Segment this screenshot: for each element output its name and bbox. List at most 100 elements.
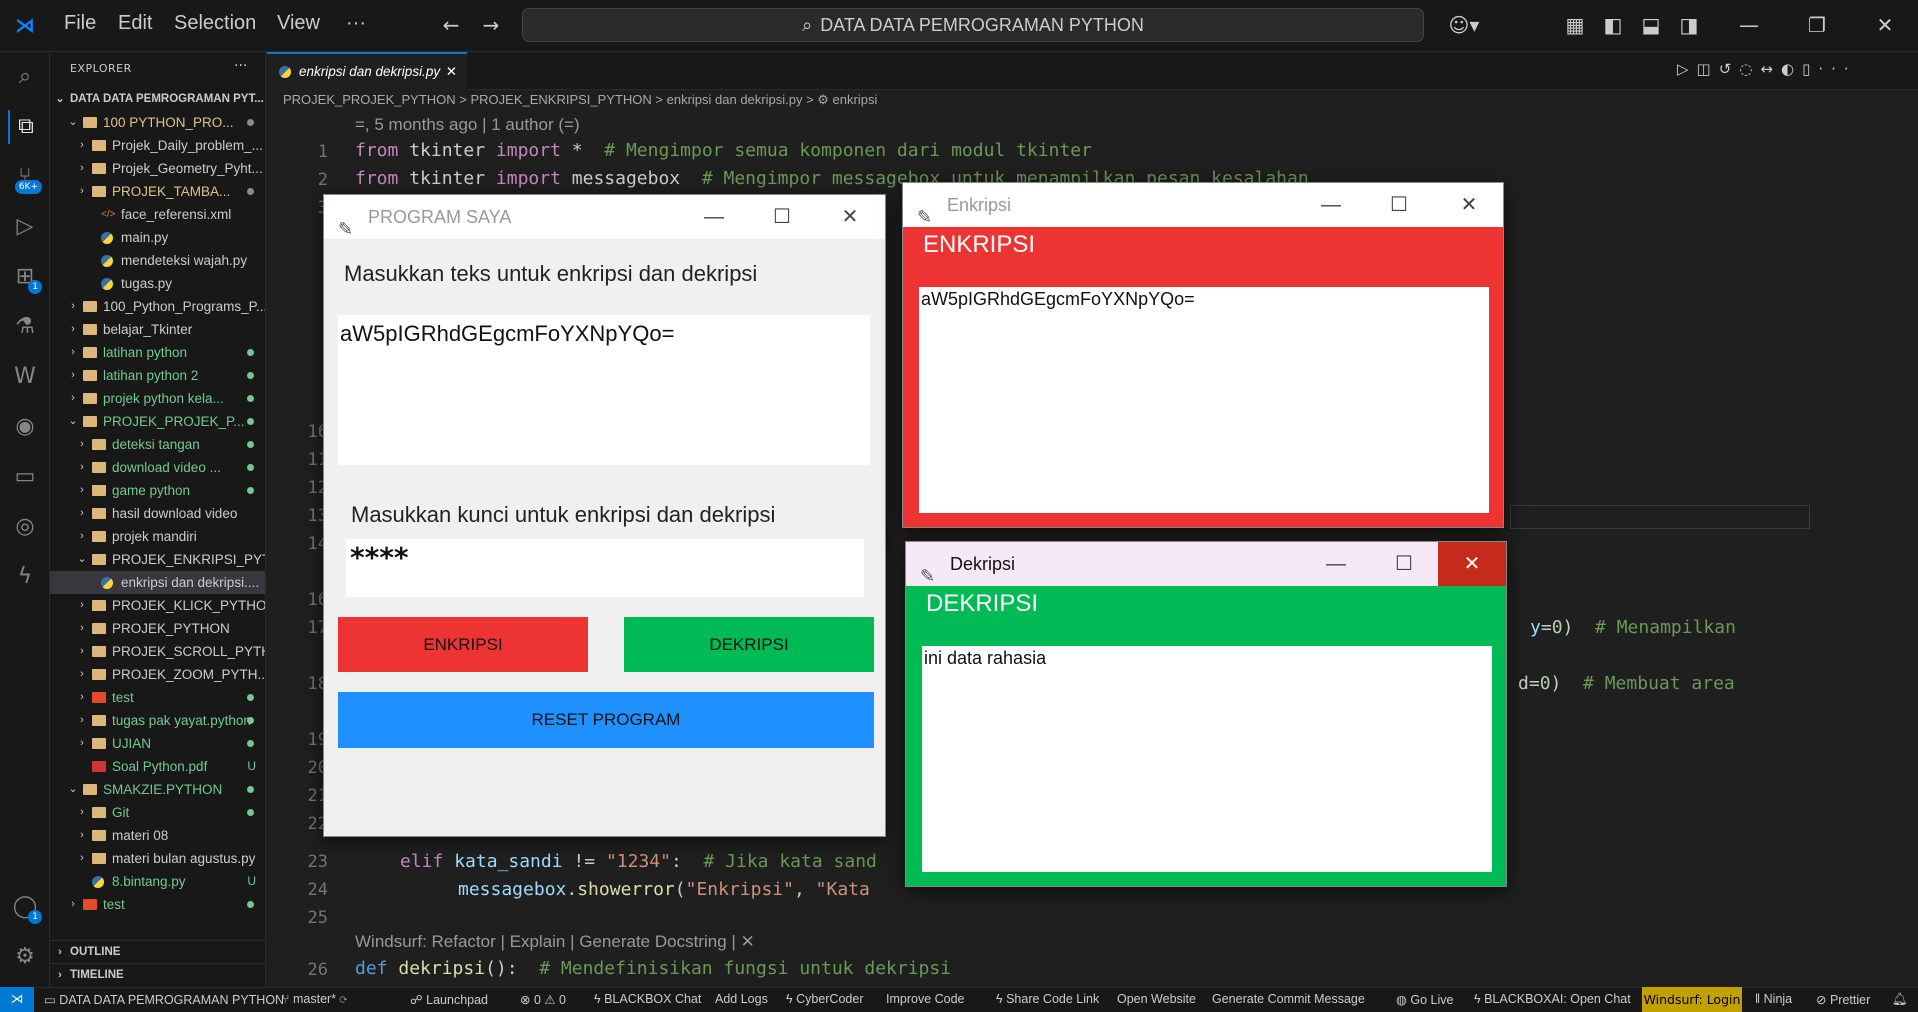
remote-icon[interactable]: ◎ xyxy=(8,510,42,544)
tree-item[interactable]: tugas.py xyxy=(50,272,265,295)
copilot-icon[interactable]: ☺▾ xyxy=(1444,12,1484,38)
git-blame-lens[interactable]: =, 5 months ago | 1 author (=) xyxy=(355,115,580,135)
notifications-icon[interactable]: 🔔︎ xyxy=(1892,992,1908,1007)
source-control-icon[interactable]: ⑂ 6K+ xyxy=(8,160,42,194)
tree-item[interactable]: ⌄ 100 PYTHON_PRO... xyxy=(50,111,265,134)
close-window-icon[interactable]: ✕ xyxy=(1872,12,1898,38)
minimize-icon[interactable]: — xyxy=(680,195,748,239)
remote-indicator-icon[interactable]: ⋊ xyxy=(0,987,34,1012)
forward-arrow-icon[interactable]: → xyxy=(478,12,504,38)
restore-window-icon[interactable]: ❐ xyxy=(1804,12,1830,38)
close-icon[interactable]: ✕ xyxy=(816,195,884,239)
tree-item[interactable]: ⌄ SMAKZIE.PYTHON xyxy=(50,778,265,801)
tree-item[interactable]: 8.bintang.py U xyxy=(50,870,265,893)
tree-item[interactable]: › tugas pak yayat.python xyxy=(50,709,265,732)
toggle-panel-icon[interactable]: ⬓ xyxy=(1638,12,1664,38)
customize-layout-icon[interactable]: ▦ xyxy=(1562,12,1588,38)
status-branch[interactable]: ⑂ master* ⟳ xyxy=(282,992,347,1006)
tree-item[interactable]: › latihan python 2 xyxy=(50,364,265,387)
testing-icon[interactable]: ⚗ xyxy=(8,310,42,344)
back-arrow-icon[interactable]: ← xyxy=(438,12,464,38)
status-go-live[interactable]: ◍ Go Live xyxy=(1396,992,1453,1007)
windsurf-codelens[interactable]: Windsurf: Refactor | Explain | Generate … xyxy=(355,932,755,952)
tree-item[interactable]: › game python xyxy=(50,479,265,502)
tree-item[interactable]: › PROJEK_TAMBA... xyxy=(50,180,265,203)
tree-item[interactable]: </> face_referensi.xml xyxy=(50,203,265,226)
key-input[interactable]: **** xyxy=(346,539,864,597)
decrypt-output[interactable]: ini data rahasia xyxy=(922,646,1492,872)
menu-edit[interactable]: Edit xyxy=(118,12,152,35)
tree-item[interactable]: Soal Python.pdf U xyxy=(50,755,265,778)
outline-section[interactable]: › OUTLINE xyxy=(50,940,265,963)
toggle-sidebar-icon[interactable]: ◧ xyxy=(1600,12,1626,38)
settings-gear-icon[interactable]: ⚙ xyxy=(8,940,42,974)
extensions-icon[interactable]: ⊞ 1 xyxy=(8,260,42,294)
status-add-logs[interactable]: Add Logs xyxy=(715,992,768,1006)
tree-item[interactable]: main.py xyxy=(50,226,265,249)
split-editor-icon[interactable]: ▯ xyxy=(1802,60,1818,78)
status-problems[interactable]: ⊗ 0 ⚠ 0 xyxy=(520,992,566,1007)
close-icon[interactable]: ✕ xyxy=(1435,183,1503,227)
lightning-icon[interactable]: ϟ xyxy=(8,560,42,594)
status-ninja[interactable]: ‖ Ninja xyxy=(1755,992,1792,1006)
blackbox-icon[interactable]: ◉ xyxy=(8,410,42,444)
tree-item[interactable]: › UJIAN xyxy=(50,732,265,755)
more-icon[interactable]: ··· xyxy=(1818,60,1856,78)
status-commit-message[interactable]: Generate Commit Message xyxy=(1212,992,1365,1006)
tree-item[interactable]: › latihan python xyxy=(50,341,265,364)
more-actions-icon[interactable]: ··· xyxy=(234,58,247,74)
tree-item[interactable]: › test xyxy=(50,893,265,916)
tree-item[interactable]: › PROJEK_ZOOM_PYTH... xyxy=(50,663,265,686)
toggle-secondary-sidebar-icon[interactable]: ◨ xyxy=(1676,12,1702,38)
tree-item[interactable]: enkripsi dan dekripsi.... xyxy=(50,571,265,594)
close-tab-icon[interactable]: ✕ xyxy=(446,54,457,90)
status-open-website[interactable]: Open Website xyxy=(1117,992,1196,1006)
menu-view[interactable]: View xyxy=(277,12,320,35)
menu-file[interactable]: File xyxy=(64,12,96,35)
windsurf-icon[interactable]: W xyxy=(8,360,42,394)
status-blackboxai[interactable]: ϟ BLACKBOXAI: Open Chat xyxy=(1474,992,1631,1006)
status-improve-code[interactable]: Improve Code xyxy=(886,992,965,1006)
tree-item[interactable]: › belajar_Tkinter xyxy=(50,318,265,341)
close-icon[interactable]: ✕ xyxy=(1438,542,1506,586)
search-icon[interactable]: ⌕ xyxy=(8,60,42,94)
minimize-window-icon[interactable]: — xyxy=(1736,12,1762,38)
decrypt-button[interactable]: DEKRIPSI xyxy=(624,617,874,672)
tree-item[interactable]: › test xyxy=(50,686,265,709)
status-blackbox-chat[interactable]: ϟ BLACKBOX Chat xyxy=(594,992,701,1006)
tree-item[interactable]: › projek mandiri xyxy=(50,525,265,548)
status-share-link[interactable]: ϟ Share Code Link xyxy=(996,992,1099,1006)
history-icon[interactable]: ↺ xyxy=(1719,60,1740,78)
status-prettier[interactable]: ⊘ Prettier xyxy=(1816,992,1870,1007)
tree-item[interactable]: › projek python kela... xyxy=(50,387,265,410)
tab-enkripsi-dan-dekripsi[interactable]: enkripsi dan dekripsi.py ✕ xyxy=(267,52,467,90)
tree-item[interactable]: › materi bulan agustus.py xyxy=(50,847,265,870)
commit-icon[interactable]: ◌ xyxy=(1739,60,1760,78)
status-workspace[interactable]: ▭ DATA DATA PEMROGRAMAN PYTHON xyxy=(44,992,284,1007)
tree-item[interactable]: ⌄ PROJEK_PROJEK_P... xyxy=(50,410,265,433)
tree-item[interactable]: › deteksi tangan xyxy=(50,433,265,456)
tree-item[interactable]: › Projek_Geometry_Pyht... xyxy=(50,157,265,180)
text-input[interactable]: aW5pIGRhdGEgcmFoYXNpYQo= xyxy=(338,315,870,465)
tree-item[interactable]: › materi 08 xyxy=(50,824,265,847)
encrypt-output[interactable]: aW5pIGRhdGEgcmFoYXNpYQo= xyxy=(919,287,1489,513)
maximize-icon[interactable]: ☐ xyxy=(1370,542,1438,586)
menu-selection[interactable]: Selection xyxy=(174,12,256,35)
tree-item[interactable]: › Git xyxy=(50,801,265,824)
status-launchpad[interactable]: ☍ Launchpad xyxy=(410,992,488,1007)
minimize-icon[interactable]: — xyxy=(1302,542,1370,586)
minimize-icon[interactable]: — xyxy=(1297,183,1365,227)
tree-item[interactable]: ⌄ PROJEK_ENKRIPSI_PYT... xyxy=(50,548,265,571)
status-windsurf-login[interactable]: Windsurf: Login xyxy=(1642,987,1742,1012)
compare-icon[interactable]: ↔ xyxy=(1760,60,1781,78)
chat-icon[interactable]: ▭ xyxy=(8,460,42,494)
workspace-root[interactable]: ⌄ DATA DATA PEMROGRAMAN PYT... xyxy=(50,88,265,111)
tree-item[interactable]: › download video ... xyxy=(50,456,265,479)
reset-button[interactable]: RESET PROGRAM xyxy=(338,692,874,748)
tree-item[interactable]: › PROJEK_KLICK_PYTHON xyxy=(50,594,265,617)
status-cybercoder[interactable]: ϟ CyberCoder xyxy=(786,992,863,1006)
command-center-search[interactable]: ⌕ DATA DATA PEMROGRAMAN PYTHON xyxy=(522,8,1424,42)
run-debug-icon[interactable]: ▷ xyxy=(8,210,42,244)
tree-item[interactable]: › hasil download video xyxy=(50,502,265,525)
menu-more[interactable]: ··· xyxy=(346,12,366,35)
